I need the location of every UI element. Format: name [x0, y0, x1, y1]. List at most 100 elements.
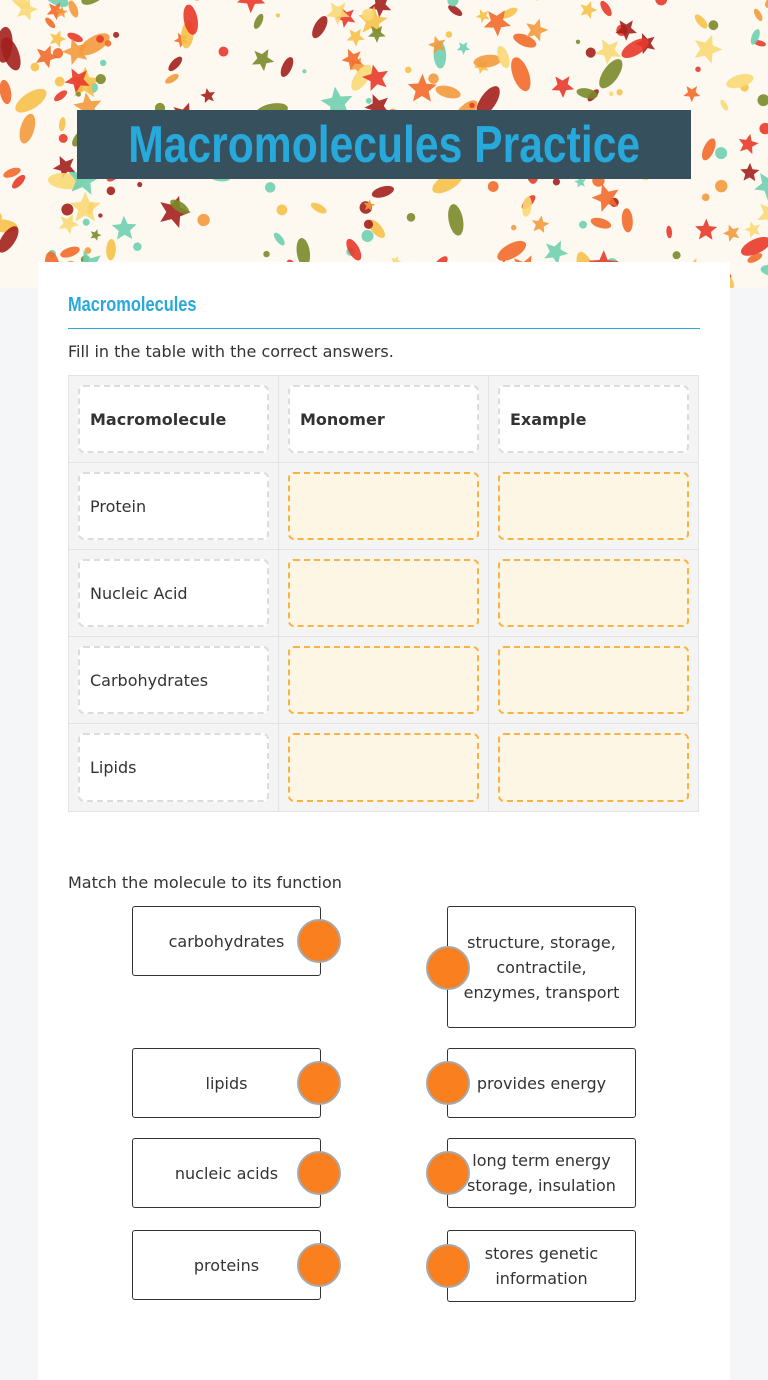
- example-answer-field[interactable]: [498, 646, 689, 714]
- match-connector-dot[interactable]: [426, 1061, 470, 1105]
- leaf-decoration: [106, 186, 116, 196]
- monomer-answer-field[interactable]: [288, 559, 479, 627]
- header-banner: Macromolecules Practice: [0, 0, 768, 288]
- leaf-decoration: [218, 46, 229, 57]
- example-answer-field[interactable]: [498, 733, 689, 802]
- leaf-decoration: [760, 264, 768, 277]
- matching-instruction: Match the molecule to its function: [68, 873, 342, 892]
- leaf-decoration: [672, 251, 681, 260]
- leaf-decoration: [534, 0, 546, 1]
- leaf-decoration: [456, 41, 471, 55]
- match-right-item[interactable]: provides energy: [447, 1048, 636, 1118]
- leaf-decoration: [81, 0, 110, 5]
- header-example: Example: [498, 385, 689, 453]
- table-instruction: Fill in the table with the correct answe…: [68, 342, 394, 361]
- leaf-decoration: [168, 56, 183, 72]
- leaf-decoration: [275, 13, 281, 18]
- leaf-decoration: [59, 117, 66, 132]
- leaf-decoration: [487, 181, 499, 192]
- leaf-decoration: [695, 218, 718, 240]
- table-row: Carbohydrates: [69, 637, 698, 724]
- leaf-decoration: [510, 224, 517, 231]
- header-macromolecule: Macromolecule: [78, 385, 269, 453]
- leaf-decoration: [0, 79, 12, 105]
- leaf-decoration: [683, 86, 701, 103]
- leaf-decoration: [251, 49, 275, 72]
- match-left-item[interactable]: carbohydrates: [132, 906, 321, 976]
- leaf-decoration: [701, 193, 710, 202]
- leaf-decoration: [759, 122, 768, 135]
- leaf-decoration: [585, 47, 596, 58]
- leaf-decoration: [445, 31, 453, 38]
- leaf-decoration: [106, 239, 116, 261]
- leaf-decoration: [30, 62, 40, 72]
- leaf-decoration: [738, 133, 759, 155]
- leaf-decoration: [497, 240, 527, 261]
- leaf-decoration: [35, 45, 59, 69]
- monomer-answer-field[interactable]: [288, 472, 479, 540]
- leaf-decoration: [740, 162, 760, 182]
- leaf-decoration: [616, 89, 623, 96]
- leaf-decoration: [404, 66, 412, 74]
- section-divider: [68, 328, 700, 329]
- match-connector-dot[interactable]: [297, 1151, 341, 1195]
- match-connector-dot[interactable]: [426, 1151, 470, 1195]
- leaf-decoration: [722, 224, 740, 242]
- leaf-decoration: [312, 16, 328, 39]
- match-left-item[interactable]: proteins: [132, 1230, 321, 1300]
- leaf-decoration: [16, 0, 39, 21]
- leaf-decoration: [54, 90, 68, 102]
- leaf-decoration: [666, 225, 673, 239]
- leaf-decoration: [576, 88, 598, 99]
- leaf-decoration: [435, 85, 461, 99]
- match-connector-dot[interactable]: [426, 946, 470, 990]
- match-connector-dot[interactable]: [297, 919, 341, 963]
- leaf-decoration: [701, 138, 716, 161]
- leaf-decoration: [579, 220, 587, 229]
- macromolecule-cell: Carbohydrates: [78, 646, 269, 714]
- leaf-decoration: [715, 147, 728, 160]
- match-right-item[interactable]: structure, storage, contractile, enzymes…: [447, 906, 636, 1028]
- leaf-decoration: [365, 97, 372, 104]
- leaf-decoration: [200, 88, 216, 104]
- leaf-decoration: [371, 185, 394, 198]
- leaf-decoration: [346, 28, 365, 47]
- leaf-decoration: [236, 0, 266, 14]
- worksheet-title: Macromolecules Practice: [128, 115, 640, 174]
- leaf-decoration: [82, 218, 90, 226]
- leaf-decoration: [113, 31, 120, 38]
- leaf-decoration: [764, 0, 768, 8]
- leaf-decoration: [19, 113, 36, 144]
- leaf-decoration: [708, 20, 719, 31]
- match-connector-dot[interactable]: [297, 1243, 341, 1287]
- leaf-decoration: [720, 99, 728, 111]
- match-right-item[interactable]: stores genetic information: [447, 1230, 636, 1302]
- leaf-decoration: [608, 91, 614, 97]
- leaf-decoration: [302, 69, 307, 74]
- example-answer-field[interactable]: [498, 472, 689, 540]
- match-connector-dot[interactable]: [297, 1061, 341, 1105]
- match-left-item[interactable]: nucleic acids: [132, 1138, 321, 1208]
- leaf-decoration: [264, 182, 276, 193]
- leaf-decoration: [600, 0, 612, 17]
- leaf-decoration: [511, 57, 531, 92]
- example-answer-field[interactable]: [498, 559, 689, 627]
- leaf-decoration: [448, 204, 464, 236]
- leaf-decoration: [757, 94, 768, 107]
- leaf-decoration: [531, 215, 550, 233]
- leaf-decoration: [694, 34, 723, 64]
- leaf-decoration: [273, 232, 285, 246]
- leaf-decoration: [67, 32, 83, 43]
- leaf-decoration: [551, 76, 575, 98]
- match-left-item[interactable]: lipids: [132, 1048, 321, 1118]
- leaf-decoration: [621, 208, 633, 233]
- leaf-decoration: [575, 39, 581, 44]
- fill-in-table: Macromolecule Monomer Example Protein Nu…: [68, 375, 699, 812]
- monomer-answer-field[interactable]: [288, 646, 479, 714]
- leaf-decoration: [68, 0, 79, 18]
- leaf-decoration: [310, 202, 327, 214]
- match-connector-dot[interactable]: [426, 1244, 470, 1288]
- monomer-answer-field[interactable]: [288, 733, 479, 802]
- match-right-item[interactable]: long term energy storage, insulation: [447, 1138, 636, 1208]
- leaf-decoration: [58, 133, 68, 143]
